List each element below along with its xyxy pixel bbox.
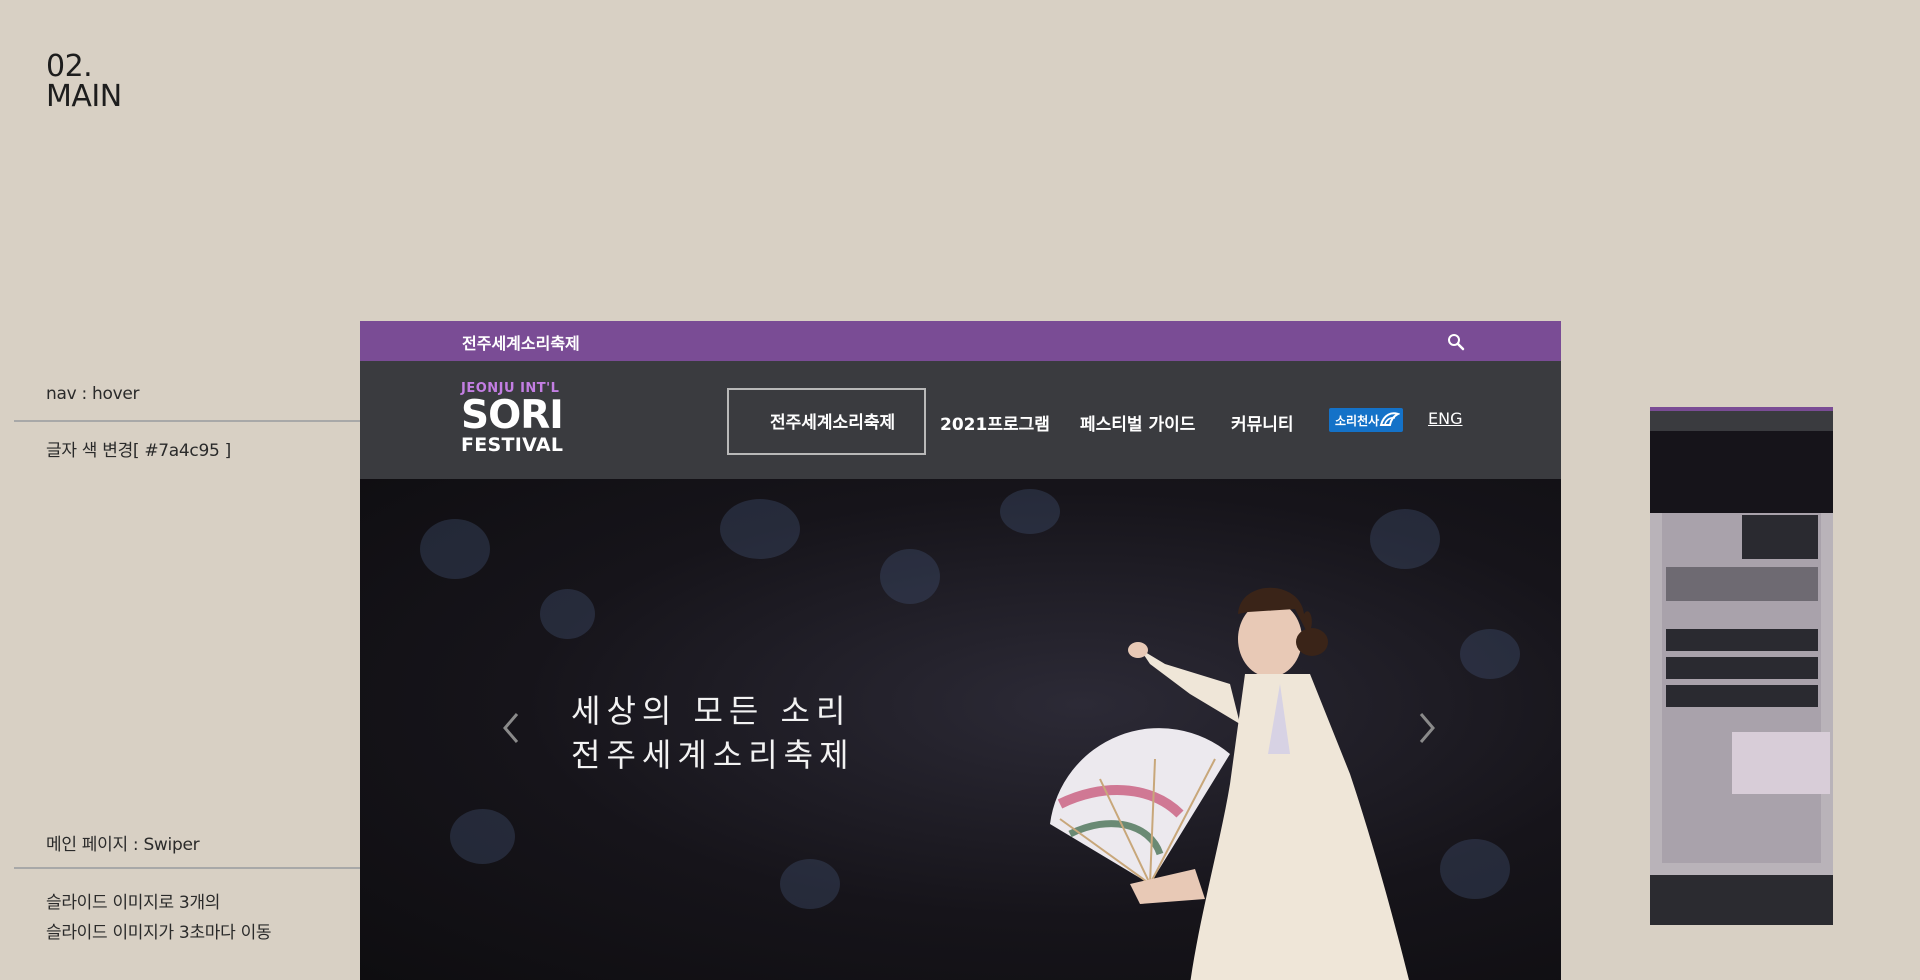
hero-slider[interactable]: 세상의 모든 소리 전주세계소리축제 (360, 479, 1561, 980)
thumb-news-banner (1742, 515, 1818, 559)
nav-item-guide[interactable]: 페스티벌 가이드 (1080, 410, 1195, 435)
bokeh-light (780, 859, 840, 909)
bokeh-light (1000, 489, 1060, 534)
festival-logo[interactable]: JEONJU INT'L SORI FESTIVAL (461, 381, 571, 461)
full-page-thumbnail (1650, 407, 1833, 925)
thumb-program-row (1666, 657, 1818, 679)
hero-heading-line-1: 세상의 모든 소리 (571, 692, 852, 730)
main-nav: JEONJU INT'L SORI FESTIVAL 전주세계소리축제 2021… (360, 361, 1561, 479)
thumb-hero (1650, 431, 1833, 513)
sori-angel-label: 소리천사 (1335, 414, 1380, 428)
wing-icon (1379, 412, 1400, 426)
nav-item-community[interactable]: 커뮤니티 (1231, 410, 1294, 435)
bokeh-light (540, 589, 595, 639)
page-title: MAIN (46, 79, 122, 114)
thumb-program-row (1666, 685, 1818, 707)
language-eng-link[interactable]: ENG (1428, 409, 1462, 428)
bokeh-light (1440, 839, 1510, 899)
performer-image (1050, 587, 1409, 980)
hero-heading-line-2: 전주세계소리축제 (571, 736, 855, 774)
bokeh-light (880, 549, 940, 604)
bokeh-light (1460, 629, 1520, 679)
nav-hover-note: nav : hover (46, 384, 140, 404)
bokeh-light (720, 499, 800, 559)
bokeh-light (450, 809, 515, 864)
thumb-program-row (1666, 629, 1818, 651)
slider-next-arrow-icon[interactable] (1416, 711, 1438, 745)
nav-hover-desc: 글자 색 변경[ #7a4c95 ] (46, 441, 231, 461)
top-bar-title[interactable]: 전주세계소리축제 (462, 330, 580, 354)
page-number: 02. (46, 49, 93, 84)
logo-line-3: FESTIVAL (461, 434, 564, 456)
nav-item-program[interactable]: 2021프로그램 (940, 410, 1050, 435)
thumb-poster-area (1732, 732, 1830, 794)
top-bar: 전주세계소리축제 (360, 321, 1561, 361)
swiper-desc-1: 슬라이드 이미지로 3개의 (46, 893, 221, 913)
slider-prev-arrow-icon[interactable] (500, 711, 522, 745)
thumb-nav (1650, 411, 1833, 431)
swiper-note: 메인 페이지 : Swiper (46, 835, 200, 855)
bokeh-light (420, 519, 490, 579)
thumb-cards (1666, 567, 1818, 601)
site-mockup: 전주세계소리축제 JEONJU INT'L SORI FESTIVAL 전주세계… (360, 321, 1561, 980)
logo-line-2: SORI (461, 393, 564, 438)
nav-item-festival[interactable]: 전주세계소리축제 (727, 388, 926, 455)
page-label: 02. MAIN (46, 52, 122, 112)
sori-angel-badge[interactable]: 소리천사 (1329, 408, 1403, 432)
thumb-footer (1650, 875, 1833, 925)
swiper-desc-2: 슬라이드 이미지가 3초마다 이동 (46, 923, 272, 943)
search-icon[interactable] (1447, 333, 1465, 351)
